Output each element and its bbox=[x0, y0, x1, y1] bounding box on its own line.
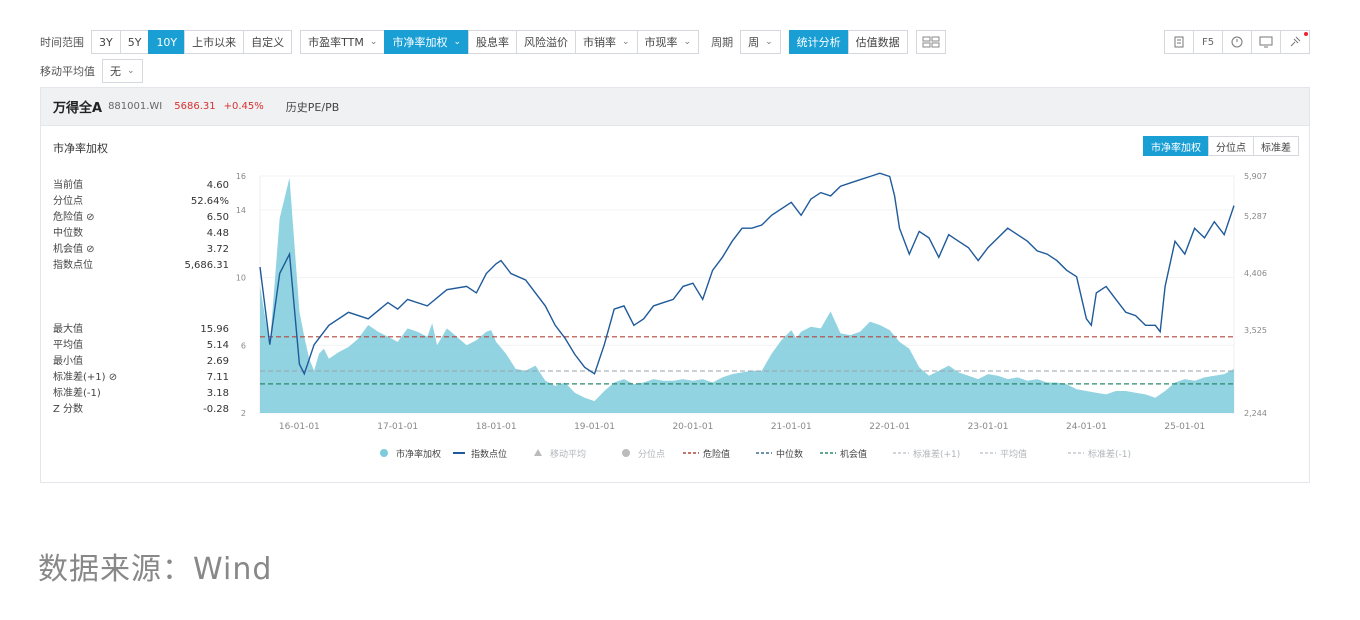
x-tick-label: 17-01-01 bbox=[377, 422, 418, 432]
x-tick-label: 19-01-01 bbox=[574, 422, 615, 432]
y-left-tick-label: 2 bbox=[241, 409, 246, 418]
legend-label: 标准差(+1) bbox=[913, 448, 960, 460]
range-button-3y[interactable]: 3Y bbox=[91, 30, 121, 54]
y-right-tick-label: 4,406 bbox=[1244, 269, 1267, 278]
legend-marker-triangle bbox=[534, 449, 542, 456]
metric-pcf-label: 市现率 bbox=[644, 36, 678, 49]
x-tick-label: 16-01-01 bbox=[279, 422, 320, 432]
statistics-button[interactable]: 统计分析 bbox=[788, 30, 849, 54]
monitor-icon[interactable] bbox=[1251, 30, 1281, 54]
legend-marker-dot bbox=[380, 449, 388, 457]
y-left-tick-label: 10 bbox=[236, 274, 246, 283]
range-label: 时间范围 bbox=[40, 36, 84, 49]
x-tick-label: 22-01-01 bbox=[869, 422, 910, 432]
range-button-10y[interactable]: 10Y bbox=[148, 30, 186, 54]
export-icon[interactable] bbox=[1164, 30, 1194, 54]
legend-label: 平均值 bbox=[1000, 448, 1027, 460]
legend-marker-dot bbox=[622, 449, 630, 457]
x-tick-label: 25-01-01 bbox=[1164, 422, 1205, 432]
chart-panel: 万得全A 881001.WI 5686.31 +0.45% 历史PE/PB 市净… bbox=[40, 87, 1310, 483]
notification-dot bbox=[1304, 32, 1308, 36]
period-value: 周 bbox=[748, 36, 760, 49]
toolbar-right-icons: F5 bbox=[1164, 30, 1310, 54]
chevron-down-icon: ⌄ bbox=[369, 37, 378, 47]
chevron-down-icon: ⌄ bbox=[765, 37, 773, 47]
ma-dropdown[interactable]: 无 ⌄ bbox=[102, 59, 143, 83]
y-right-tick-label: 5,907 bbox=[1244, 172, 1267, 181]
pin-icon[interactable] bbox=[1280, 30, 1310, 54]
x-tick-label: 24-01-01 bbox=[1066, 422, 1107, 432]
x-tick-label: 18-01-01 bbox=[476, 422, 517, 432]
x-tick-label: 23-01-01 bbox=[968, 422, 1009, 432]
range-button-5y[interactable]: 5Y bbox=[119, 30, 150, 54]
metric-dividend-button[interactable]: 股息率 bbox=[468, 30, 517, 54]
chevron-down-icon: ⌄ bbox=[127, 66, 135, 76]
metric-pe-dropdown[interactable]: 市盈率TTM ⌄ bbox=[300, 30, 386, 54]
chevron-down-icon: ⌄ bbox=[683, 37, 692, 47]
legend-label: 中位数 bbox=[776, 448, 803, 460]
ma-value: 无 bbox=[110, 65, 121, 78]
y-right-tick-label: 5,287 bbox=[1244, 212, 1267, 221]
chevron-down-icon: ⌄ bbox=[622, 37, 630, 47]
metric-pcf-dropdown[interactable]: 市现率 ⌄ bbox=[636, 30, 700, 54]
period-label: 周期 bbox=[711, 36, 734, 49]
metric-ps-dropdown[interactable]: 市销率 ⌄ bbox=[575, 30, 638, 54]
source-caption: 数据来源：Wind bbox=[38, 552, 273, 587]
range-button-custom[interactable]: 自定义 bbox=[243, 30, 293, 54]
legend-label: 机会值 bbox=[840, 448, 867, 460]
clock-icon[interactable] bbox=[1222, 30, 1252, 54]
legend-label: 分位点 bbox=[638, 448, 665, 460]
ma-label: 移动平均值 bbox=[40, 65, 95, 78]
legend-label: 移动平均 bbox=[550, 448, 586, 460]
layout-icon[interactable] bbox=[915, 30, 946, 54]
x-tick-label: 20-01-01 bbox=[672, 422, 713, 432]
chevron-down-icon: ⌄ bbox=[453, 37, 461, 47]
legend-label: 标准差(-1) bbox=[1088, 448, 1131, 460]
period-dropdown[interactable]: 周 ⌄ bbox=[740, 30, 781, 54]
x-tick-label: 21-01-01 bbox=[771, 422, 812, 432]
toolbar: 时间范围 3Y 5Y 10Y 上市以来 自定义 市盈率TTM ⌄ 市净率加权 ⌄… bbox=[40, 28, 1310, 88]
toolbar-row-2: 移动平均值 无 ⌄ bbox=[40, 59, 143, 83]
valuation-data-button[interactable]: 估值数据 bbox=[847, 30, 908, 54]
metric-risk-premium-button[interactable]: 风险溢价 bbox=[516, 30, 576, 54]
legend-label: 危险值 bbox=[703, 448, 730, 460]
y-right-tick-label: 2,244 bbox=[1244, 409, 1267, 418]
y-left-tick-label: 16 bbox=[236, 172, 246, 181]
f5-label: F5 bbox=[1201, 36, 1215, 48]
metric-pe-label: 市盈率TTM bbox=[308, 36, 364, 49]
range-button-since-listing[interactable]: 上市以来 bbox=[184, 30, 245, 54]
y-left-tick-label: 14 bbox=[236, 206, 246, 215]
legend-label: 指数点位 bbox=[471, 448, 507, 460]
legend-label: 市净率加权 bbox=[396, 448, 441, 460]
metric-pb-dropdown[interactable]: 市净率加权 ⌄ bbox=[384, 30, 469, 54]
f5-icon[interactable]: F5 bbox=[1193, 30, 1223, 54]
toolbar-row-1: 时间范围 3Y 5Y 10Y 上市以来 自定义 市盈率TTM ⌄ 市净率加权 ⌄… bbox=[40, 30, 946, 54]
metric-pb-label: 市净率加权 bbox=[392, 36, 448, 49]
metric-ps-label: 市销率 bbox=[583, 36, 616, 49]
pb-valuation-chart: 2 6 10 14 16 2,244 3,525 4,406 5,287 5,907 16-01-0… bbox=[236, 172, 1267, 460]
y-right-tick-label: 3,525 bbox=[1244, 326, 1267, 335]
y-left-tick-label: 6 bbox=[241, 341, 246, 350]
